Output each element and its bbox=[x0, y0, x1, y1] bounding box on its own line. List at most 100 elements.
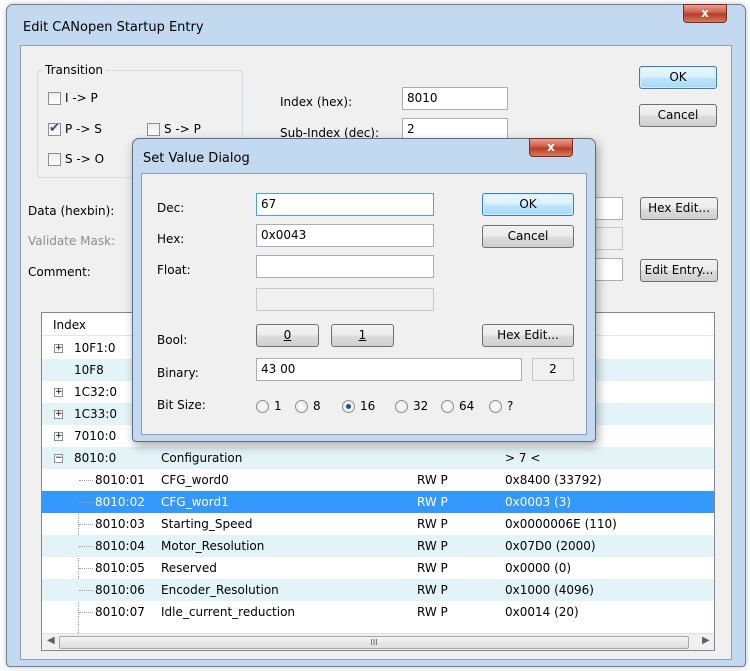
cell-name: Motor_Resolution bbox=[161, 539, 265, 553]
expand-icon[interactable]: + bbox=[54, 344, 63, 353]
cell-name: Encoder_Resolution bbox=[161, 583, 279, 597]
hex-input[interactable]: 0x0043 bbox=[256, 224, 434, 247]
cell-value: 0x07D0 (2000) bbox=[505, 539, 596, 553]
cell-index: 8010:06 bbox=[95, 583, 145, 597]
cell-index: 1C32:0 bbox=[74, 385, 117, 399]
data-label: Data (hexbin): bbox=[28, 204, 115, 218]
binary-input[interactable]: 43 00 bbox=[256, 358, 522, 381]
binary-label: Binary: bbox=[157, 366, 199, 380]
bool-label: Bool: bbox=[157, 333, 188, 347]
dialog-ok-button[interactable]: OK bbox=[482, 193, 574, 216]
dialog-cancel-button[interactable]: Cancel bbox=[482, 225, 574, 248]
check-icon: ✔ bbox=[49, 121, 60, 136]
bit-size-label-3: 32 bbox=[413, 399, 429, 413]
float-label: Float: bbox=[157, 263, 191, 277]
transition-p-s-checkbox[interactable]: ✔ bbox=[48, 121, 61, 136]
cell-index: 10F8 bbox=[74, 363, 104, 377]
cell-index: 8010:07 bbox=[95, 605, 145, 619]
cell-name: CFG_word0 bbox=[161, 473, 229, 487]
cell-flags: RW P bbox=[417, 473, 448, 487]
expand-icon[interactable]: + bbox=[54, 410, 63, 419]
table-row[interactable]: 8010:02 CFG_word1 RW P 0x0003 (3) bbox=[42, 491, 714, 513]
dec-input[interactable]: 67 bbox=[256, 193, 434, 216]
cell-index: 8010:02 bbox=[95, 495, 145, 509]
bit-size-radio[interactable] bbox=[441, 400, 454, 413]
cell-flags: RW P bbox=[417, 495, 448, 509]
table-row[interactable]: 8010:01 CFG_word0 RW P 0x8400 (33792) bbox=[42, 469, 714, 491]
tree-branch-line bbox=[79, 546, 93, 547]
table-row[interactable]: − 8010:0 Configuration > 7 < bbox=[42, 447, 714, 469]
horizontal-scrollbar[interactable]: ◀ III ▶ bbox=[42, 633, 714, 650]
transition-s-o-checkbox[interactable] bbox=[48, 153, 61, 166]
column-header-index[interactable]: Index bbox=[53, 318, 86, 332]
comment-label: Comment: bbox=[28, 265, 91, 279]
cell-name: CFG_word1 bbox=[161, 495, 229, 509]
collapse-icon[interactable]: − bbox=[54, 454, 63, 463]
table-row[interactable]: 8010:03 Starting_Speed RW P 0x0000006E (110… bbox=[42, 513, 714, 535]
bit-size-label-5: ? bbox=[507, 399, 514, 413]
cell-value: > 7 < bbox=[505, 451, 541, 465]
close-icon[interactable]: x bbox=[529, 138, 573, 157]
index-input[interactable]: 8010 bbox=[402, 87, 508, 110]
table-row[interactable]: 8010:07 Idle_current_reduction RW P 0x0014 … bbox=[42, 601, 714, 623]
index-label: Index (hex): bbox=[280, 95, 353, 109]
expand-icon[interactable]: + bbox=[54, 432, 63, 441]
set-value-dialog: Set Value Dialog x Dec: 67 Hex: 0x0043 F… bbox=[132, 138, 596, 442]
cancel-button[interactable]: Cancel bbox=[639, 104, 717, 127]
bit-size-radio[interactable] bbox=[342, 400, 355, 413]
cell-name: Configuration bbox=[161, 451, 243, 465]
hex-edit-button[interactable]: Hex Edit... bbox=[640, 197, 718, 220]
bit-size-radio[interactable] bbox=[295, 400, 308, 413]
cell-name: Reserved bbox=[161, 561, 217, 575]
tree-branch-line bbox=[79, 480, 93, 481]
tree-branch-line bbox=[79, 524, 93, 525]
bit-size-radio[interactable] bbox=[395, 400, 408, 413]
cell-value: 0x0003 (3) bbox=[505, 495, 572, 509]
tree-branch-line bbox=[79, 590, 93, 591]
cell-index: 7010:0 bbox=[74, 429, 117, 443]
dialog-hex-edit-button[interactable]: Hex Edit... bbox=[482, 324, 574, 347]
bit-size-label: Bit Size: bbox=[157, 398, 206, 412]
tree-branch-line bbox=[79, 502, 93, 503]
scroll-thumb[interactable]: III bbox=[59, 636, 689, 649]
tree-branch-line bbox=[79, 612, 93, 613]
bool-0-button[interactable]: 0 bbox=[256, 324, 319, 347]
bit-size-label-2: 16 bbox=[360, 399, 376, 413]
cell-value: 0x0014 (20) bbox=[505, 605, 579, 619]
transition-s-p-checkbox[interactable] bbox=[147, 123, 160, 136]
dialog-title: Set Value Dialog bbox=[143, 151, 250, 166]
table-row[interactable]: 8010:05 Reserved RW P 0x0000 (0) bbox=[42, 557, 714, 579]
radio-selected-dot bbox=[346, 404, 351, 409]
float-input[interactable] bbox=[256, 255, 434, 278]
cell-index: 8010:03 bbox=[95, 517, 145, 531]
dec-label: Dec: bbox=[157, 201, 185, 215]
edit-entry-button[interactable]: Edit Entry... bbox=[640, 259, 718, 282]
bit-size-label-4: 64 bbox=[459, 399, 475, 413]
close-icon[interactable]: x bbox=[683, 4, 727, 23]
table-row[interactable]: 8010:04 Motor_Resolution RW P 0x07D0 (2000) bbox=[42, 535, 714, 557]
bool-1-button[interactable]: 1 bbox=[331, 324, 394, 347]
cell-value: 0x1000 (4096) bbox=[505, 583, 594, 597]
transition-legend: Transition bbox=[43, 63, 106, 77]
bit-size-radio[interactable] bbox=[256, 400, 269, 413]
bit-size-radio[interactable] bbox=[489, 400, 502, 413]
expand-icon[interactable]: + bbox=[54, 388, 63, 397]
cell-value: 0x8400 (33792) bbox=[505, 473, 602, 487]
table-row[interactable]: 8010:06 Encoder_Resolution RW P 0x1000 (409… bbox=[42, 579, 714, 601]
cell-flags: RW P bbox=[417, 561, 448, 575]
cell-name: Starting_Speed bbox=[161, 517, 253, 531]
tree-branch-line bbox=[79, 568, 93, 569]
scroll-left-icon[interactable]: ◀ bbox=[47, 635, 55, 646]
float-extra-input bbox=[256, 288, 434, 311]
transition-s-p-label: S -> P bbox=[164, 122, 201, 136]
validate-mask-label: Validate Mask: bbox=[28, 234, 116, 248]
cell-flags: RW P bbox=[417, 517, 448, 531]
hex-label: Hex: bbox=[157, 232, 185, 246]
cell-name: Idle_current_reduction bbox=[161, 605, 296, 619]
ok-button[interactable]: OK bbox=[639, 66, 717, 89]
transition-i-p-checkbox[interactable] bbox=[48, 92, 61, 105]
cell-flags: RW P bbox=[417, 583, 448, 597]
cell-flags: RW P bbox=[417, 605, 448, 619]
cell-index: 8010:05 bbox=[95, 561, 145, 575]
scroll-right-icon[interactable]: ▶ bbox=[702, 635, 710, 646]
